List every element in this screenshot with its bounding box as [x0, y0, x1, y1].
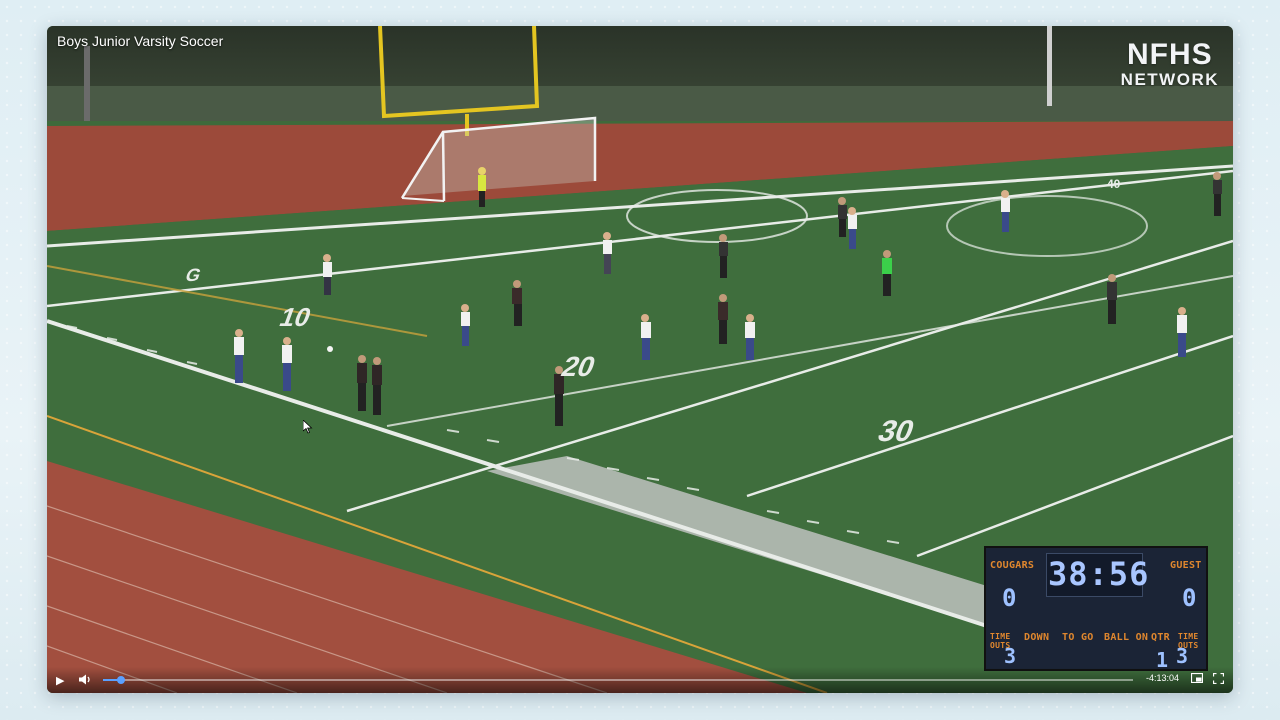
down-label: DOWN — [1024, 632, 1050, 643]
picture-in-picture-icon[interactable] — [1190, 672, 1204, 686]
ball-on-label: BALL ON — [1104, 632, 1149, 643]
fullscreen-icon[interactable] — [1212, 672, 1225, 687]
video-title: Boys Junior Varsity Soccer — [57, 33, 224, 49]
guest-timeouts: 3 — [1176, 644, 1189, 668]
cursor-glyph — [302, 419, 313, 434]
pip-glyph — [1190, 672, 1204, 684]
fullscreen-glyph — [1212, 672, 1225, 685]
scoreboard: COUGARS GUEST 38:56 0 0 TIME OUTS DOWN T… — [984, 546, 1208, 672]
home-score: 0 — [1002, 584, 1017, 612]
yard-number-40: 40 — [1107, 177, 1121, 191]
to-go-label: TO GO — [1062, 632, 1094, 643]
play-icon[interactable]: ▶ — [56, 674, 64, 687]
qtr-label: QTR — [1151, 632, 1170, 643]
guest-label: GUEST — [1170, 560, 1202, 571]
mouse-cursor — [302, 419, 313, 439]
progress-scrubber[interactable] — [116, 676, 125, 684]
guest-score: 0 — [1182, 584, 1197, 612]
time-remaining: -4:13:04 — [1145, 673, 1179, 683]
nfhs-network-logo: NFHS NETWORK — [1120, 38, 1219, 89]
game-clock: 38:56 — [1048, 555, 1150, 593]
logo-top-text: NFHS — [1127, 38, 1213, 71]
volume-glyph — [79, 674, 90, 685]
progress-bar[interactable] — [103, 676, 1133, 684]
video-controls: ▶ -4:13:04 — [47, 667, 1233, 693]
volume-icon[interactable] — [79, 674, 91, 688]
logo-bottom-text: NETWORK — [1120, 70, 1219, 89]
home-label: COUGARS — [990, 560, 1035, 571]
video-player[interactable]: 10 20 30 G 40 Boys Junior Varsity Soccer… — [47, 26, 1233, 693]
home-timeouts: 3 — [1004, 644, 1017, 668]
